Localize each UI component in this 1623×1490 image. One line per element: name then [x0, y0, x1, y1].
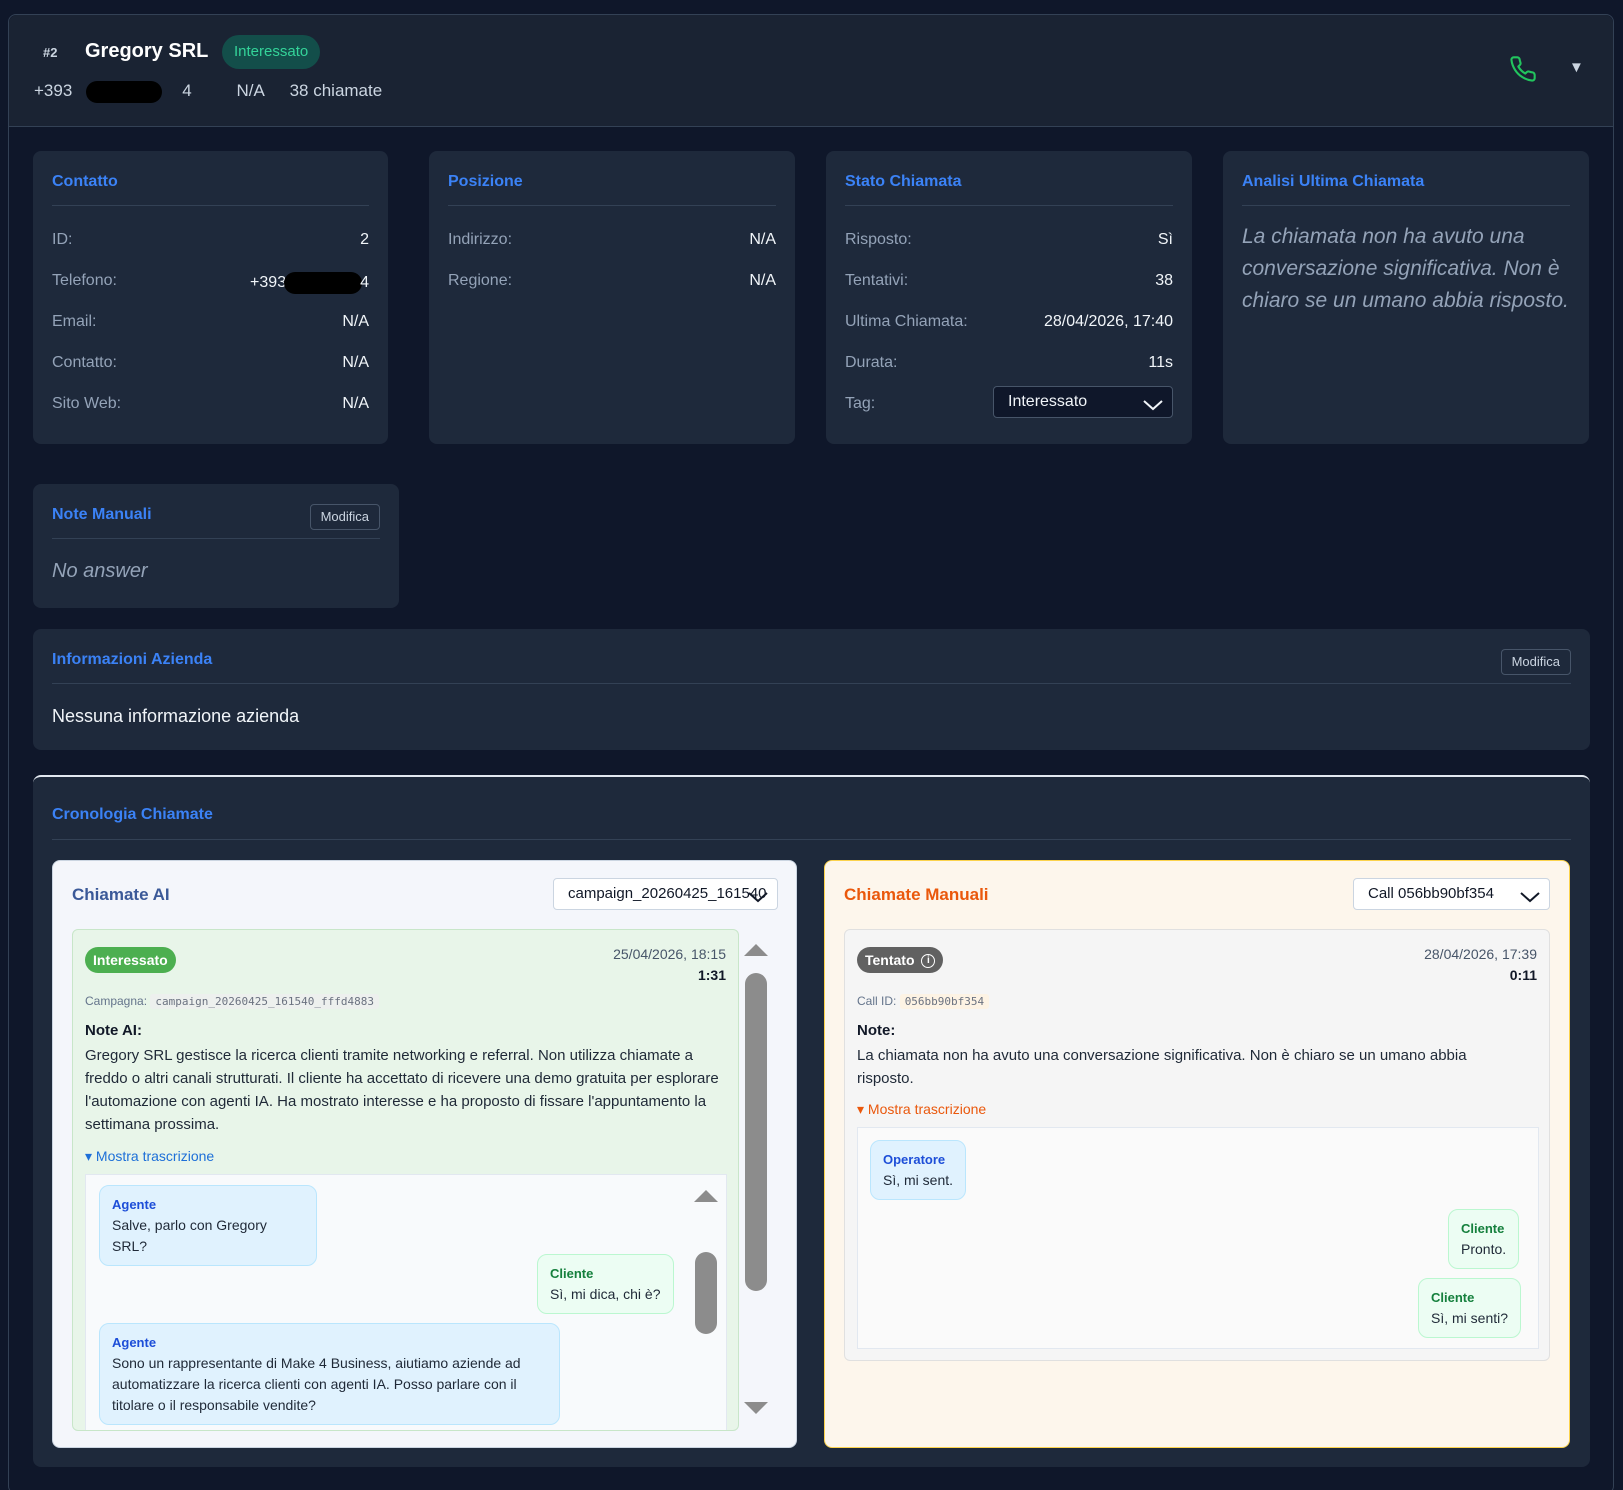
- divider: [448, 205, 776, 206]
- contact-title: Contatto: [52, 173, 118, 190]
- divider: [52, 205, 369, 206]
- transcript-message: Cliente Sì, mi dica, chi è?: [537, 1254, 674, 1314]
- manual-call-select[interactable]: Call 056bb90bf354: [1353, 878, 1550, 910]
- manual-transcript: Operatore Sì, mi sent. Cliente Pronto. C…: [857, 1127, 1539, 1349]
- manual-call-datetime: 28/04/2026, 17:39: [1424, 946, 1537, 962]
- chevron-down-icon: [1519, 886, 1541, 909]
- manual-show-transcript-toggle[interactable]: ▾ Mostra trascrizione: [857, 1101, 986, 1118]
- call-id-code: 056bb90bf354: [899, 994, 990, 1009]
- tag-select[interactable]: Interessato: [993, 386, 1173, 418]
- manual-calls-title: Chiamate Manuali: [844, 885, 989, 904]
- ai-calls-panel: Chiamate AI campaign_20260425_161540 Int…: [52, 860, 797, 1448]
- edit-company-info-button[interactable]: Modifica: [1500, 649, 1571, 675]
- scroll-down-arrow-icon[interactable]: [743, 1401, 769, 1422]
- manual-calls-panel: Chiamate Manuali Call 056bb90bf354 Tenta…: [824, 860, 1570, 1448]
- transcript-message: Cliente Sì, mi senti?: [1418, 1278, 1522, 1338]
- call-history-section: Cronologia Chiamate Chiamate AI campaign…: [33, 775, 1590, 1467]
- analysis-text: La chiamata non ha avuto una conversazio…: [1242, 225, 1569, 312]
- divider: [845, 205, 1173, 206]
- scroll-up-arrow-icon[interactable]: [693, 1187, 719, 1208]
- contact-card: Contatto ID: 2 Telefono: +393 4 Email: N/A C…: [33, 151, 388, 444]
- manual-note-heading: Note:: [857, 1022, 896, 1039]
- transcript-message: Agente Salve, parlo con Gregory SRL?: [99, 1185, 317, 1266]
- scroll-up-arrow-icon[interactable]: [743, 941, 769, 962]
- notes-title: Note Manuali: [52, 506, 152, 523]
- calls-count: 38 chiamate: [289, 81, 383, 101]
- company-info-text: Nessuna informazione azienda: [52, 706, 300, 726]
- tag-select-value: Interessato: [1008, 393, 1088, 410]
- analysis-card: Analisi Ultima Chiamata La chiamata non …: [1223, 151, 1589, 444]
- company-info-title: Informazioni Azienda: [52, 651, 213, 668]
- notes-text: No answer: [52, 560, 148, 582]
- edit-notes-button[interactable]: Modifica: [309, 504, 380, 530]
- lead-header: #2 Gregory SRL Interessato +393 4 N/A 38 …: [9, 15, 1613, 127]
- campaign-select-value: campaign_20260425_161540: [568, 885, 767, 902]
- ai-note-text: Gregory SRL gestisce la ricerca clienti …: [85, 1047, 719, 1133]
- transcript-message: Agente Sono un rappresentante di Make 4 …: [99, 1323, 560, 1425]
- analysis-title: Analisi Ultima Chiamata: [1242, 173, 1425, 190]
- ai-call-campaign: Campagna: campaign_20260425_161540_fffd4…: [85, 994, 379, 1009]
- manual-call-status-badge: Tentato i: [857, 947, 944, 973]
- divider: [52, 839, 1571, 840]
- position-card: Posizione Indirizzo: N/A Regione: N/A: [429, 151, 795, 444]
- position-title: Posizione: [448, 173, 523, 190]
- divider: [52, 538, 380, 539]
- transcript-message: Cliente Pronto.: [1448, 1209, 1520, 1269]
- redaction-mark: [86, 81, 163, 103]
- redaction-mark: [284, 272, 363, 294]
- transcript-scrollbar-thumb[interactable]: [695, 1252, 717, 1334]
- ai-scrollbar-thumb[interactable]: [745, 973, 767, 1291]
- divider: [52, 683, 1571, 684]
- manual-call-id: Call ID: 056bb90bf354: [857, 994, 990, 1009]
- phone-number: +393 4: [34, 81, 212, 103]
- lead-location: N/A: [236, 81, 265, 101]
- call-state-card: Stato Chiamata Risposto: Sì Tentativi: 38 …: [826, 151, 1192, 444]
- call-state-title: Stato Chiamata: [845, 173, 962, 190]
- info-icon: i: [921, 954, 936, 969]
- company-info-card: Informazioni Azienda Modifica Nessuna in…: [33, 629, 1590, 750]
- chevron-down-icon: [1142, 394, 1164, 424]
- ai-call-datetime: 25/04/2026, 18:15: [613, 946, 726, 962]
- ai-call-duration: 1:31: [697, 967, 726, 983]
- ai-calls-title: Chiamate AI: [72, 885, 170, 904]
- expand-caret-icon[interactable]: ▼: [1569, 59, 1584, 76]
- ai-call-status-badge: Interessato: [85, 947, 176, 973]
- ai-transcript: Agente Salve, parlo con Gregory SRL? Cli…: [85, 1174, 727, 1430]
- ai-call-entry: Interessato 25/04/2026, 18:15 1:31 Campa…: [72, 929, 739, 1431]
- lead-subline: +393 4 N/A 38 chiamate: [34, 81, 402, 103]
- ai-show-transcript-toggle[interactable]: ▾ Mostra trascrizione: [85, 1148, 214, 1165]
- history-title: Cronologia Chiamate: [52, 806, 213, 823]
- chevron-down-icon: [747, 886, 769, 909]
- ai-note-heading: Note AI:: [85, 1022, 142, 1039]
- campaign-select[interactable]: campaign_20260425_161540: [553, 878, 778, 910]
- campaign-id-code: campaign_20260425_161540_fffd4883: [150, 994, 379, 1009]
- call-phone-icon[interactable]: [1509, 55, 1541, 87]
- manual-call-select-value: Call 056bb90bf354: [1368, 885, 1494, 902]
- manual-call-duration: 0:11: [1509, 967, 1537, 983]
- manual-note-text: La chiamata non ha avuto una conversazio…: [857, 1047, 1467, 1087]
- manual-call-meta: 28/04/2026, 17:39 0:11: [1424, 944, 1537, 986]
- transcript-message: Operatore Sì, mi sent.: [870, 1140, 967, 1200]
- manual-notes-card: Note Manuali Modifica No answer: [33, 484, 399, 608]
- divider: [1242, 205, 1570, 206]
- ai-call-meta: 25/04/2026, 18:15 1:31: [613, 944, 726, 986]
- manual-call-entry: Tentato i 28/04/2026, 17:39 0:11 Call ID…: [844, 929, 1550, 1361]
- status-badge: Interessato: [222, 35, 321, 69]
- lead-number: #2: [43, 45, 58, 60]
- company-name: Gregory SRL: [85, 40, 209, 62]
